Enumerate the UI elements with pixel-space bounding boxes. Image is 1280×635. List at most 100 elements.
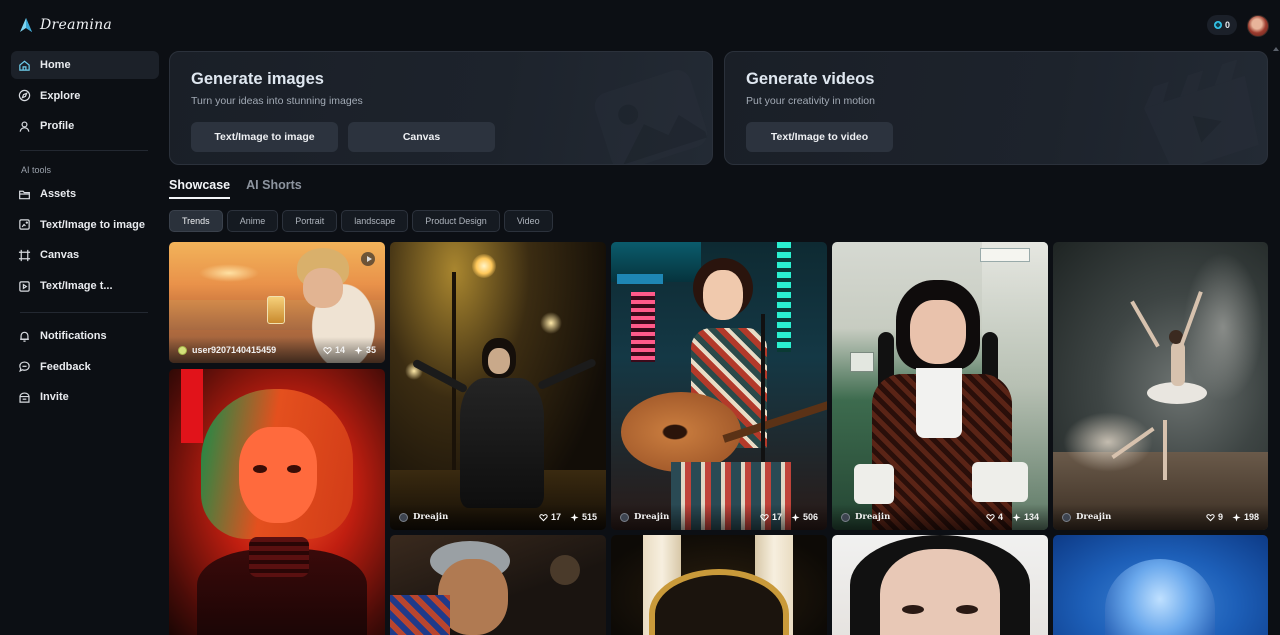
text-image-to-image-button[interactable]: Text/Image to image — [191, 122, 338, 152]
sidebar-item-home[interactable]: Home — [11, 51, 159, 79]
video-generate-icon — [19, 280, 30, 292]
chat-icon — [19, 361, 30, 373]
author-avatar — [399, 512, 408, 522]
tile-author[interactable]: Dreajin — [841, 512, 977, 522]
canvas-button[interactable]: Canvas — [348, 122, 495, 152]
sparkle-icon — [570, 512, 579, 522]
sidebar-item-label: Text/Image t... — [40, 280, 113, 293]
boost-count[interactable]: 515 — [570, 512, 597, 522]
hero-generate-images: Generate images Turn your ideas into stu… — [169, 51, 713, 165]
like-count[interactable]: 9 — [1206, 512, 1223, 522]
sidebar-item-label: Invite — [40, 391, 69, 404]
chip-portrait[interactable]: Portrait — [282, 210, 338, 232]
heart-icon — [986, 513, 995, 521]
chip-trends[interactable]: Trends — [169, 210, 223, 232]
sidebar-item-profile[interactable]: Profile — [11, 112, 159, 140]
credits-badge[interactable]: 0 — [1207, 15, 1237, 35]
chip-anime[interactable]: Anime — [226, 210, 279, 232]
tile-footer: Dreajin 17 515 — [390, 504, 606, 530]
section-label-ai-tools: AI tools — [21, 165, 52, 175]
gallery-item-image[interactable]: Dreajin 17 515 — [390, 242, 606, 530]
gallery-item-image[interactable]: Dreajin 4 134 — [832, 242, 1048, 530]
gallery-item-image[interactable]: Dreajin 9 198 — [1053, 242, 1268, 530]
user-icon — [19, 121, 30, 132]
author-avatar — [178, 345, 187, 355]
category-filters: Trends Anime Portrait landscape Product … — [169, 210, 553, 232]
author-name: Dreajin — [855, 512, 891, 522]
author-name: user9207140415459 — [192, 345, 277, 355]
sidebar-divider — [20, 150, 148, 151]
sparkle-icon — [791, 512, 800, 522]
sparkle-icon — [1232, 512, 1241, 522]
text-image-to-video-button[interactable]: Text/Image to video — [746, 122, 893, 152]
tile-footer: Dreajin 4 134 — [832, 504, 1048, 530]
author-avatar — [1062, 512, 1071, 522]
sparkle-icon — [1012, 512, 1021, 522]
scrollbar-up-arrow[interactable] — [1273, 47, 1279, 51]
sidebar-item-assets[interactable]: Assets — [11, 180, 159, 208]
tab-ai-shorts[interactable]: AI Shorts — [246, 178, 302, 199]
footer-nav: Notifications Feedback Invite — [11, 322, 159, 414]
logo-text: Dreamina — [40, 17, 113, 33]
sidebar-item-feedback[interactable]: Feedback — [11, 353, 159, 381]
canvas-icon — [18, 249, 31, 261]
tile-footer: Dreajin 17 506 — [611, 504, 827, 530]
heart-icon — [1206, 513, 1215, 521]
hero-subtitle: Put your creativity in motion — [746, 95, 875, 107]
chip-landscape[interactable]: landscape — [341, 210, 409, 232]
sidebar-item-invite[interactable]: Invite — [11, 383, 159, 411]
tile-author[interactable]: Dreajin — [620, 512, 751, 522]
sidebar-item-notifications[interactable]: Notifications — [11, 322, 159, 350]
sidebar-item-label: Canvas — [40, 249, 80, 262]
sidebar-item-label: Profile — [40, 120, 75, 133]
boost-count[interactable]: 35 — [354, 345, 376, 355]
gallery-item-image[interactable] — [169, 369, 385, 635]
sidebar-item-label: Explore — [40, 89, 81, 102]
gallery-item-image[interactable]: Dreajin 17 506 — [611, 242, 827, 530]
like-count[interactable]: 14 — [323, 345, 345, 355]
hero-generate-videos: Generate videos Put your creativity in m… — [724, 51, 1268, 165]
like-count[interactable]: 17 — [760, 512, 782, 522]
sidebar-item-label: Assets — [40, 188, 77, 200]
tile-author[interactable]: Dreajin — [399, 512, 530, 522]
gallery-item-image[interactable] — [832, 535, 1048, 635]
gallery-item-image[interactable] — [1053, 535, 1268, 635]
chip-video[interactable]: Video — [503, 210, 553, 232]
tab-showcase[interactable]: Showcase — [169, 178, 231, 199]
folder-icon — [19, 190, 30, 199]
image-decoration-icon — [594, 70, 708, 164]
boost-count[interactable]: 134 — [1012, 512, 1039, 522]
like-count[interactable]: 17 — [539, 512, 561, 522]
logo[interactable]: Dreamina — [18, 16, 112, 34]
tile-footer: user9207140415459 14 35 — [169, 337, 385, 363]
gallery-item-image[interactable] — [611, 535, 827, 635]
bell-icon — [20, 331, 29, 342]
gallery-item-image[interactable] — [390, 535, 606, 635]
video-badge-icon — [361, 252, 375, 266]
avatar[interactable] — [1247, 15, 1269, 37]
boost-count[interactable]: 198 — [1232, 512, 1259, 522]
sidebar: Dreamina Home Explore Profile AI tools A… — [0, 0, 168, 635]
hero-title: Generate videos — [746, 70, 875, 88]
compass-icon — [18, 89, 31, 102]
image-generate-icon — [19, 219, 30, 230]
author-avatar — [841, 512, 850, 522]
sidebar-item-label: Text/Image to image — [40, 218, 145, 231]
like-count[interactable]: 4 — [986, 512, 1003, 522]
sidebar-item-label: Home — [40, 59, 71, 71]
boost-count[interactable]: 506 — [791, 512, 818, 522]
tile-author[interactable]: Dreajin — [1062, 512, 1197, 522]
author-name: Dreajin — [634, 512, 670, 522]
author-name: Dreajin — [413, 512, 449, 522]
sidebar-item-text-image-to-video[interactable]: Text/Image t... — [11, 272, 159, 300]
sidebar-item-canvas[interactable]: Canvas — [11, 241, 159, 269]
gallery-item-video[interactable]: user9207140415459 14 35 — [169, 242, 385, 363]
sidebar-item-text-image-to-image[interactable]: Text/Image to image — [11, 211, 159, 239]
tools-nav: Assets Text/Image to image Canvas Text/I… — [11, 180, 159, 303]
chip-product-design[interactable]: Product Design — [412, 210, 500, 232]
sidebar-item-explore[interactable]: Explore — [11, 82, 159, 110]
hero-subtitle: Turn your ideas into stunning images — [191, 95, 363, 107]
tile-author[interactable]: user9207140415459 — [178, 345, 314, 355]
sidebar-item-label: Feedback — [40, 360, 91, 373]
sidebar-item-label: Notifications — [40, 330, 107, 342]
